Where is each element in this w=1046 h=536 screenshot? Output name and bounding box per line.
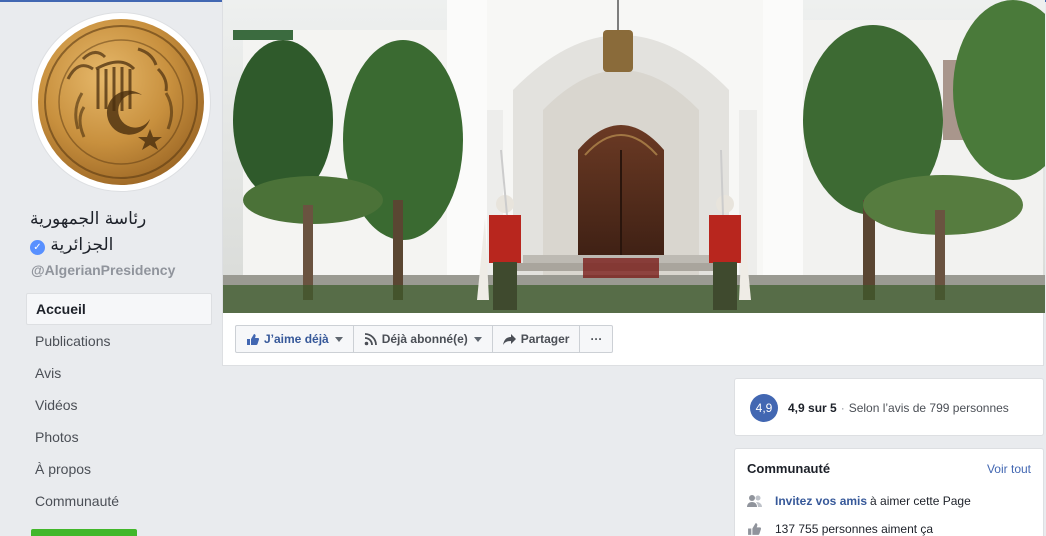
page-actions: J’aime déjà Déjà abonné(e) Partager ···: [235, 325, 614, 353]
invite-friends-text: à aimer cette Page: [870, 494, 971, 508]
page-name-line1: رئاسة الجمهورية: [30, 209, 147, 229]
nav-item-avis[interactable]: Avis: [26, 357, 212, 389]
rss-icon: [364, 332, 377, 346]
more-options-icon: ···: [590, 332, 603, 346]
invite-friends-link[interactable]: Invitez vos amis: [775, 494, 867, 508]
community-title: Communauté: [747, 461, 831, 476]
like-button[interactable]: J’aime déjà: [235, 325, 354, 353]
cover-card: J’aime déjà Déjà abonné(e) Partager ···: [222, 0, 1045, 366]
community-card: Communauté Voir tout Invitez vos amis à …: [734, 448, 1044, 536]
likes-count-text: 137 755 personnes aiment ça: [775, 522, 934, 536]
share-arrow-icon: [502, 333, 516, 346]
invite-friends-row: Invitez vos amis à aimer cette Page: [747, 493, 971, 509]
rating-summary-main: 4,9 sur 5: [788, 401, 837, 415]
follow-button-label: Déjà abonné(e): [381, 332, 468, 346]
share-button-label: Partager: [520, 332, 570, 346]
rating-summary[interactable]: 4,9 sur 5 · Selon l’avis de 799 personnes: [788, 401, 1009, 415]
rating-separator: ·: [840, 401, 845, 415]
chevron-down-icon: [334, 336, 343, 342]
profile-picture[interactable]: [31, 12, 211, 192]
nav-item-a-propos[interactable]: À propos: [26, 453, 212, 485]
likes-count-row: 137 755 personnes aiment ça: [747, 521, 933, 536]
create-page-button[interactable]: [31, 529, 137, 536]
page-nav: Accueil Publications Avis Vidéos Photos …: [26, 293, 212, 517]
nav-item-accueil[interactable]: Accueil: [26, 293, 212, 325]
people-icon: [747, 494, 763, 508]
page-name[interactable]: رئاسة الجمهورية الجزائرية ✓: [30, 206, 210, 258]
cover-photo[interactable]: [223, 0, 1045, 313]
nav-item-photos[interactable]: Photos: [26, 421, 212, 453]
page-handle[interactable]: @AlgerianPresidency: [31, 262, 175, 278]
nav-item-videos[interactable]: Vidéos: [26, 389, 212, 421]
nav-item-publications[interactable]: Publications: [26, 325, 212, 357]
chevron-down-icon: [473, 336, 482, 342]
rating-card: 4,9 4,9 sur 5 · Selon l’avis de 799 person…: [734, 378, 1044, 436]
verified-badge-icon: ✓: [30, 240, 45, 255]
rating-score-badge: 4,9: [750, 394, 778, 422]
thumbs-up-icon: [246, 333, 259, 346]
like-button-label: J’aime déjà: [264, 332, 329, 346]
thumbs-up-icon: [747, 522, 763, 536]
page-name-line2: الجزائرية: [50, 235, 114, 255]
more-options-button[interactable]: ···: [579, 325, 614, 353]
nav-item-communaute[interactable]: Communauté: [26, 485, 212, 517]
rating-summary-sub: Selon l’avis de 799 personnes: [848, 401, 1009, 415]
see-all-link[interactable]: Voir tout: [987, 462, 1031, 476]
share-button[interactable]: Partager: [491, 325, 581, 353]
follow-button[interactable]: Déjà abonné(e): [352, 325, 493, 353]
presidency-seal-image: [38, 19, 204, 185]
